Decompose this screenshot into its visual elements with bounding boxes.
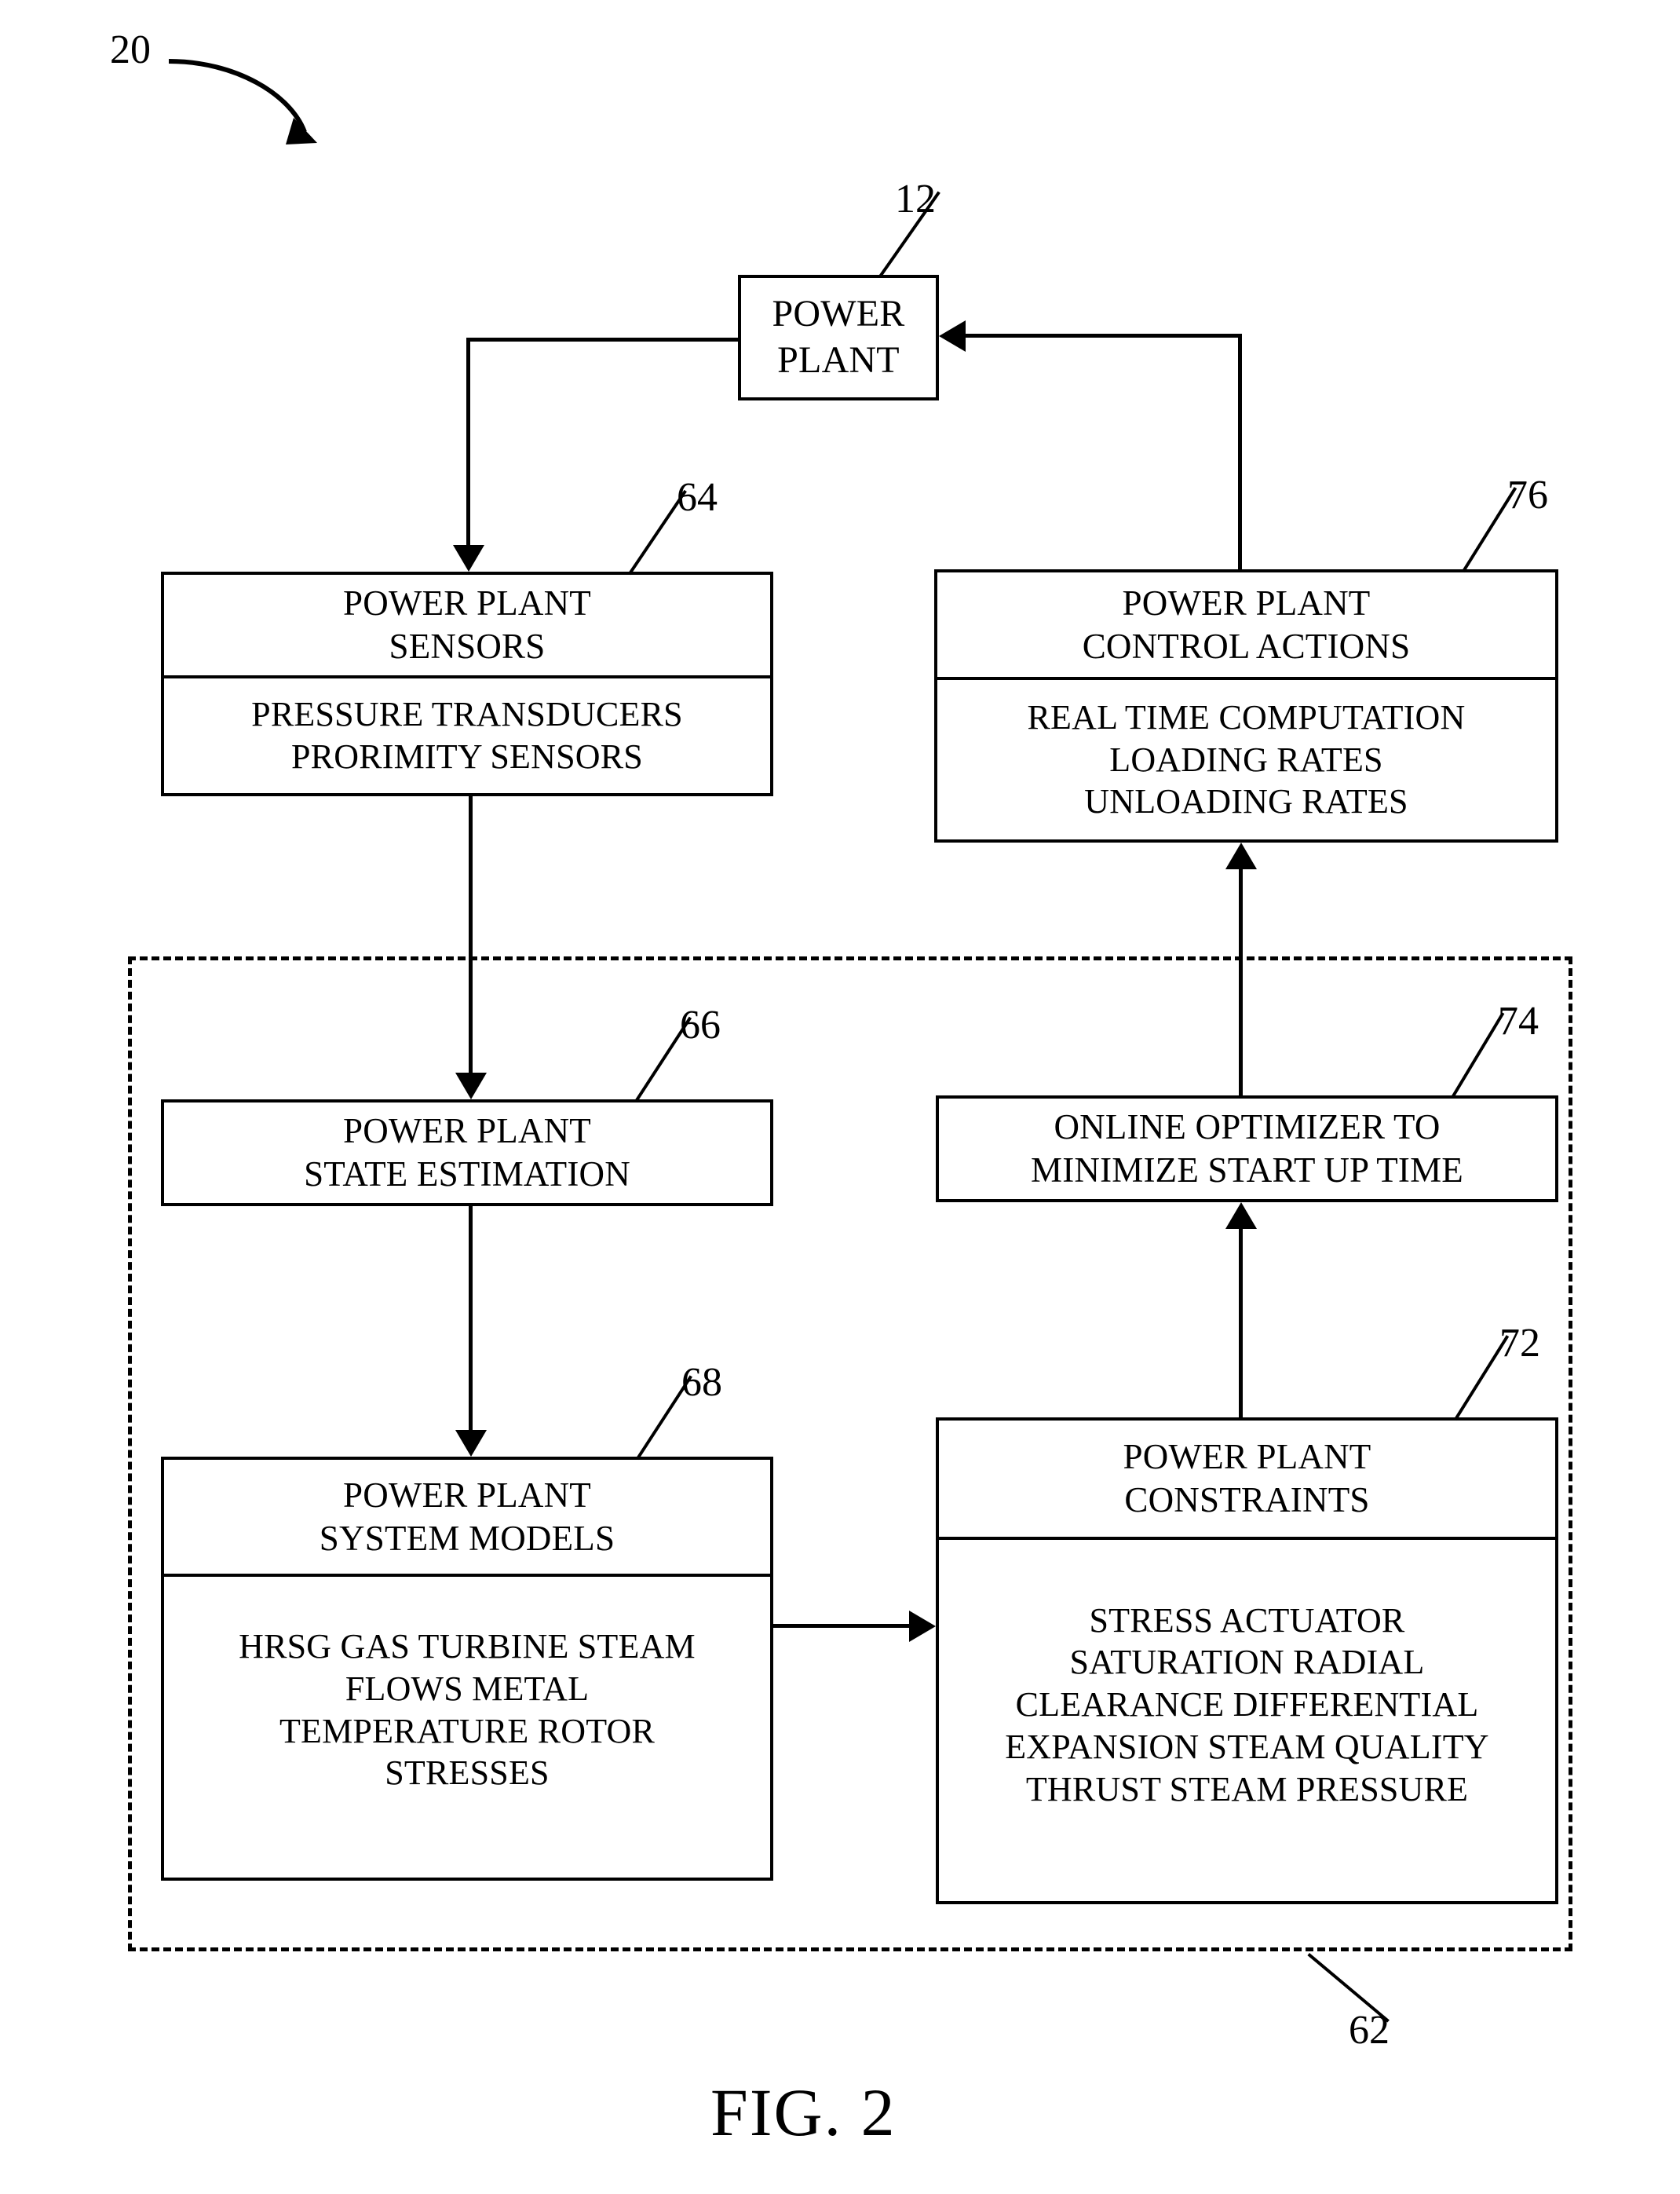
block-power-plant-state-estimation[interactable]: POWER PLANT STATE ESTIMATION <box>161 1099 773 1206</box>
arrowhead-constraints-to-optimizer <box>1225 1202 1257 1229</box>
arrowhead-state-estimation-to-system-models <box>455 1430 487 1457</box>
block-constraints-detail: STRESS ACTUATOR SATURATION RADIAL CLEARA… <box>1005 1600 1489 1808</box>
connector-constraints-to-optimizer <box>1239 1229 1243 1417</box>
block-power-plant-sensors[interactable]: POWER PLANT SENSORS PRESSURE TRANSDUCERS… <box>161 572 773 796</box>
ref-numeral-68: 68 <box>681 1360 722 1405</box>
block-control-actions-title: POWER PLANT CONTROL ACTIONS <box>937 572 1555 680</box>
block-state-estimation-title: POWER PLANT STATE ESTIMATION <box>304 1111 630 1194</box>
connector-plant-to-sensors-horizontal <box>466 338 740 342</box>
arrowhead-optimizer-to-control-actions <box>1225 843 1257 869</box>
ref-numeral-12: 12 <box>895 177 936 221</box>
ref-numeral-64: 64 <box>677 475 718 520</box>
block-online-optimizer[interactable]: ONLINE OPTIMIZER TO MINIMIZE START UP TI… <box>936 1095 1558 1202</box>
ref-numeral-66: 66 <box>680 1003 721 1048</box>
block-power-plant-title: POWER PLANT <box>772 293 905 381</box>
connector-system-models-to-constraints <box>773 1624 910 1628</box>
arrowhead-control-actions-to-plant <box>939 320 966 352</box>
block-constraints-title: POWER PLANT CONSTRAINTS <box>939 1421 1555 1540</box>
arrowhead-sensors-to-state-estimation <box>455 1073 487 1099</box>
ref-numeral-72: 72 <box>1499 1321 1540 1366</box>
connector-control-actions-to-plant-horizontal <box>966 334 1242 338</box>
block-sensors-title: POWER PLANT SENSORS <box>164 575 770 678</box>
connector-sensors-to-state-estimation <box>469 796 473 1073</box>
ref-numeral-76: 76 <box>1507 473 1548 517</box>
connector-control-actions-to-plant-vertical <box>1238 334 1242 569</box>
connector-optimizer-to-control-actions <box>1239 869 1243 1095</box>
figure-caption: FIG. 2 <box>710 2075 897 2150</box>
connector-plant-to-sensors-vertical <box>466 338 470 545</box>
block-sensors-detail: PRESSURE TRANSDUCERS PRORIMITY SENSORS <box>251 695 683 776</box>
patent-figure-page: 20 62 POWER PLANT 12 POWER PLANT SENSORS… <box>0 0 1680 2194</box>
block-power-plant-control-actions[interactable]: POWER PLANT CONTROL ACTIONS REAL TIME CO… <box>934 569 1558 843</box>
ref-numeral-20: 20 <box>110 27 151 72</box>
block-system-models-detail: HRSG GAS TURBINE STEAM FLOWS METAL TEMPE… <box>239 1627 696 1793</box>
block-power-plant-system-models[interactable]: POWER PLANT SYSTEM MODELS HRSG GAS TURBI… <box>161 1457 773 1881</box>
block-control-actions-detail: REAL TIME COMPUTATION LOADING RATES UNLO… <box>1027 697 1466 821</box>
arrowhead-system-models-to-constraints <box>909 1611 936 1642</box>
block-online-optimizer-title: ONLINE OPTIMIZER TO MINIMIZE START UP TI… <box>1030 1107 1463 1190</box>
connector-state-estimation-to-system-models <box>469 1206 473 1430</box>
arrowhead-plant-to-sensors <box>453 545 484 572</box>
block-power-plant-constraints[interactable]: POWER PLANT CONSTRAINTS STRESS ACTUATOR … <box>936 1417 1558 1904</box>
ref-numeral-62: 62 <box>1349 2008 1390 2053</box>
block-power-plant[interactable]: POWER PLANT <box>738 275 939 400</box>
block-system-models-title: POWER PLANT SYSTEM MODELS <box>164 1460 770 1577</box>
ref-numeral-74: 74 <box>1498 999 1539 1044</box>
